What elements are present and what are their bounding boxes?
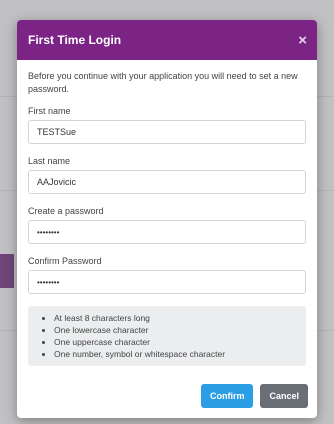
confirm-password-field[interactable] [28, 270, 306, 294]
dialog-footer: Confirm Cancel [200, 384, 308, 408]
requirement-item: One lowercase character [54, 324, 296, 336]
password-requirements: At least 8 characters long One lowercase… [28, 306, 306, 366]
create-password-field[interactable] [28, 220, 306, 244]
first-name-field[interactable] [28, 120, 306, 144]
cancel-button[interactable]: Cancel [260, 384, 308, 408]
dialog-body: Before you continue with your applicatio… [17, 60, 317, 366]
requirement-item: At least 8 characters long [54, 312, 296, 324]
confirm-password-label: Confirm Password [28, 256, 102, 266]
requirement-item: One uppercase character [54, 336, 296, 348]
first-name-label: First name [28, 106, 71, 116]
requirement-item: One number, symbol or whitespace charact… [54, 348, 296, 360]
last-name-field[interactable] [28, 170, 306, 194]
dialog-title: First Time Login [28, 33, 122, 47]
requirements-list: At least 8 characters long One lowercase… [36, 312, 296, 360]
intro-text: Before you continue with your applicatio… [28, 71, 298, 94]
dialog-header: First Time Login × [17, 20, 317, 60]
last-name-label: Last name [28, 156, 71, 166]
first-time-login-dialog: First Time Login × Before you continue w… [17, 20, 317, 418]
close-icon[interactable]: × [298, 33, 307, 48]
confirm-button[interactable]: Confirm [200, 384, 254, 408]
create-password-label: Create a password [28, 206, 104, 216]
